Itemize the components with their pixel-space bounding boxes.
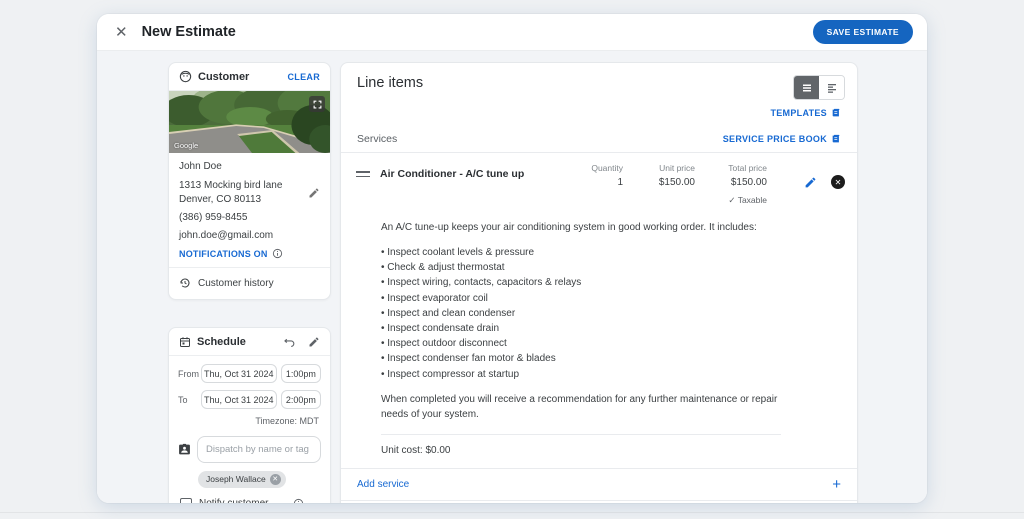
edit-schedule-icon[interactable]	[308, 336, 320, 348]
street-view-image[interactable]: Google	[169, 91, 330, 153]
description-bullet: Inspect evaporator coil	[381, 291, 786, 306]
customer-face-icon	[179, 70, 192, 83]
service-line-item: Air Conditioner - A/C tune up Quantity 1…	[341, 153, 857, 468]
service-price-book-label: SERVICE PRICE BOOK	[723, 134, 827, 144]
materials-section-header: Materials MATERIAL PRICE BOOK	[341, 500, 857, 503]
address-line-1: 1313 Mocking bird lane	[179, 179, 308, 193]
schedule-body: From Thu, Oct 31 2024 1:00pm To Thu, Oct…	[169, 356, 330, 503]
edit-customer-icon[interactable]	[308, 179, 320, 206]
item-description: An A/C tune-up keeps your air conditioni…	[381, 220, 786, 422]
divider	[381, 434, 781, 435]
customer-address: 1313 Mocking bird lane Denver, CO 80113	[179, 179, 308, 206]
from-date-field[interactable]: Thu, Oct 31 2024	[201, 364, 277, 383]
description-bullet: Inspect outdoor disconnect	[381, 336, 786, 351]
notify-info-icon[interactable]	[293, 498, 304, 503]
quantity-column-label: Quantity	[567, 163, 623, 173]
save-estimate-button[interactable]: SAVE ESTIMATE	[813, 20, 913, 44]
add-service-link[interactable]: Add service	[357, 479, 409, 490]
dispatch-input[interactable]	[197, 436, 321, 463]
line-items-panel: Line items TEMPLATES	[340, 62, 858, 503]
to-label: To	[178, 395, 201, 405]
unit-price-column-label: Unit price	[623, 163, 695, 173]
total-price-column-label: Total price	[695, 163, 767, 173]
description-outro: When completed you will receive a recomm…	[381, 392, 786, 422]
to-date-field[interactable]: Thu, Oct 31 2024	[201, 390, 277, 409]
delete-item-icon[interactable]: ✕	[831, 175, 845, 189]
detail-view-button[interactable]	[819, 76, 844, 99]
info-icon[interactable]	[272, 248, 283, 259]
notify-customer-checkbox[interactable]	[180, 498, 192, 504]
taxable-indicator: ✓ Taxable	[695, 195, 767, 206]
clear-customer-link[interactable]: CLEAR	[288, 72, 321, 82]
calendar-icon	[179, 336, 191, 348]
description-bullet: Inspect wiring, contacts, capacitors & r…	[381, 275, 786, 290]
description-bullet: Inspect condensate drain	[381, 321, 786, 336]
description-bullet: Inspect coolant levels & pressure	[381, 245, 786, 260]
from-time-field[interactable]: 1:00pm	[281, 364, 321, 383]
customer-history-label: Customer history	[198, 278, 274, 289]
item-unit-price[interactable]: $150.00	[623, 177, 695, 188]
services-section-header: Services SERVICE PRICE BOOK	[341, 126, 857, 153]
description-bullet: Inspect and clean condenser	[381, 306, 786, 321]
description-bullet: Check & adjust thermostat	[381, 260, 786, 275]
edit-item-icon[interactable]	[804, 176, 817, 189]
add-service-plus-icon[interactable]: +	[832, 477, 841, 492]
customer-name: John Doe	[179, 161, 320, 172]
item-name: Air Conditioner - A/C tune up	[380, 163, 567, 180]
from-label: From	[178, 369, 201, 379]
services-label: Services	[357, 133, 397, 145]
schedule-card: Schedule From Thu, Oct 31 2024	[168, 327, 331, 503]
assignee-chip-label: Joseph Wallace	[206, 474, 266, 484]
page-background: ✕ New Estimate SAVE ESTIMATE Customer CL…	[0, 0, 1024, 519]
fullscreen-icon[interactable]	[309, 96, 325, 112]
customer-details: John Doe 1313 Mocking bird lane Denver, …	[169, 153, 330, 299]
add-service-row: Add service +	[341, 468, 857, 500]
schedule-card-header: Schedule	[169, 328, 330, 356]
dispatch-badge-icon	[178, 436, 191, 456]
service-price-book-link[interactable]: SERVICE PRICE BOOK	[723, 134, 841, 144]
item-quantity[interactable]: 1	[567, 177, 623, 188]
history-icon	[179, 277, 191, 289]
modal-body: Customer CLEAR	[97, 51, 927, 503]
new-estimate-modal: ✕ New Estimate SAVE ESTIMATE Customer CL…	[97, 14, 927, 503]
item-total-price: $150.00	[695, 177, 767, 188]
customer-phone: (386) 959-8455	[179, 212, 320, 223]
notifications-toggle-link[interactable]: NOTIFICATIONS ON	[179, 249, 268, 259]
to-time-field[interactable]: 2:00pm	[281, 390, 321, 409]
timezone-label: Timezone: MDT	[178, 416, 319, 426]
customer-card-title: Customer	[198, 71, 249, 83]
templates-link-label: TEMPLATES	[770, 108, 827, 118]
description-bullet: Inspect condenser fan motor & blades	[381, 351, 786, 366]
schedule-card-title: Schedule	[197, 336, 246, 348]
remove-assignee-icon[interactable]: ✕	[270, 474, 281, 485]
templates-link[interactable]: TEMPLATES	[770, 108, 841, 118]
google-watermark: Google	[174, 141, 198, 150]
item-unit-cost: Unit cost: $0.00	[381, 445, 845, 458]
view-toggle	[793, 75, 845, 100]
modal-title: New Estimate	[142, 24, 813, 40]
line-items-title: Line items	[357, 75, 793, 91]
page-divider	[0, 512, 1024, 513]
list-view-button[interactable]	[794, 76, 819, 99]
description-intro: An A/C tune-up keeps your air conditioni…	[381, 220, 786, 235]
book-icon	[831, 134, 841, 144]
address-line-2: Denver, CO 80113	[179, 193, 308, 207]
notify-customer-label: Notify customer	[199, 498, 268, 503]
drag-handle-icon[interactable]	[356, 171, 370, 180]
description-bullet: Inspect compressor at startup	[381, 367, 786, 382]
customer-card: Customer CLEAR	[168, 62, 331, 300]
assignee-chip[interactable]: Joseph Wallace ✕	[198, 471, 286, 488]
customer-history-button[interactable]: Customer history	[179, 268, 320, 293]
customer-email: john.doe@gmail.com	[179, 230, 320, 241]
undo-schedule-icon[interactable]	[283, 335, 296, 348]
close-icon[interactable]: ✕	[115, 25, 128, 40]
customer-card-header: Customer CLEAR	[169, 63, 330, 91]
modal-header: ✕ New Estimate SAVE ESTIMATE	[97, 14, 927, 51]
book-icon	[831, 108, 841, 118]
